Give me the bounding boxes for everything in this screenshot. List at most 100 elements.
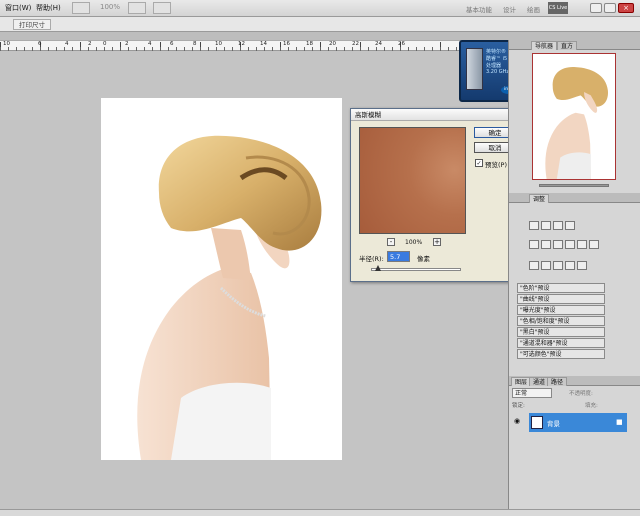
preset-levels[interactable]: "色阶"预设: [517, 283, 605, 293]
layer-row-background[interactable]: 背景 ■: [529, 413, 627, 432]
print-size-button[interactable]: 打印尺寸: [13, 19, 51, 30]
navigator-tabs: 导航器 直方: [509, 40, 640, 50]
hue-saturation-icon[interactable]: [541, 240, 551, 249]
radius-slider[interactable]: [371, 268, 461, 271]
gaussian-blur-dialog: 高斯模糊 确定 取消 ✓ 预览(P) - 100% + 半径(R): 5.7 像…: [350, 108, 522, 282]
extras-button[interactable]: [153, 2, 171, 14]
ruler-label: 12: [238, 41, 245, 47]
dialog-title: 高斯模糊: [351, 109, 521, 121]
ruler-label: 10: [215, 41, 222, 47]
exposure-icon[interactable]: [565, 221, 575, 230]
panel-dock: 导航器 直方 调整 "色阶"预设 "曲线"预设 "曝光度"预设 "色相/饱和度"…: [508, 40, 640, 509]
threshold-icon[interactable]: [553, 261, 563, 270]
selective-color-icon[interactable]: [577, 261, 587, 270]
preset-curves[interactable]: "曲线"预设: [517, 294, 605, 304]
vibrance-icon[interactable]: [529, 240, 539, 249]
tab-channels[interactable]: 通道: [529, 377, 550, 386]
radius-label: 半径(R):: [359, 255, 384, 263]
blur-preview[interactable]: [359, 127, 466, 234]
ruler-ticks: [0, 41, 508, 51]
black-white-icon[interactable]: [565, 240, 575, 249]
navigator-preview-image: [545, 67, 609, 179]
cpu-chip-icon: [466, 48, 483, 90]
layer-name[interactable]: 背景: [547, 418, 560, 428]
close-icon[interactable]: ×: [618, 3, 634, 13]
cpu-line: 处理器: [486, 63, 502, 69]
photo-filter-icon[interactable]: [577, 240, 587, 249]
ruler-label: 14: [260, 41, 267, 47]
ruler-label: 20: [329, 41, 336, 47]
levels-icon[interactable]: [541, 221, 551, 230]
ruler-label: 16: [283, 41, 290, 47]
radius-input[interactable]: 5.7: [387, 251, 410, 262]
portrait-photo: [137, 135, 322, 460]
ruler-label: 6: [170, 41, 174, 47]
document-image[interactable]: [101, 98, 342, 460]
radius-unit: 像素: [417, 255, 430, 263]
horizontal-ruler: 10 6 4 2 0 2 4 6 8 10 12 14 16 18 20 22 …: [0, 40, 508, 51]
tab-layers[interactable]: 图层: [511, 377, 532, 386]
lock-icon: ■: [616, 418, 623, 426]
zoom-level[interactable]: 100%: [100, 3, 120, 11]
ruler-label: 22: [352, 41, 359, 47]
workspace-essentials[interactable]: 基本功能: [466, 4, 492, 14]
adjustments-tabs: 调整: [509, 193, 640, 203]
ruler-label: 0: [103, 41, 107, 47]
layers-tabs: 图层 通道 路径: [509, 376, 640, 386]
ruler-label: 6: [38, 41, 42, 47]
arrange-button[interactable]: [128, 2, 146, 14]
blend-mode-select[interactable]: 正常: [512, 388, 552, 398]
invert-icon[interactable]: [529, 261, 539, 270]
preset-hue-saturation[interactable]: "色相/饱和度"预设: [517, 316, 605, 326]
tab-adjustments[interactable]: 调整: [529, 194, 550, 203]
preset-selective-color[interactable]: "可选颜色"预设: [517, 349, 605, 359]
ruler-label: 4: [65, 41, 69, 47]
ruler-label: 26: [398, 41, 405, 47]
zoom-out-button[interactable]: -: [387, 238, 395, 246]
restore-button[interactable]: [604, 3, 616, 13]
workspace-design[interactable]: 设计: [503, 4, 516, 14]
gradient-map-icon[interactable]: [565, 261, 575, 270]
status-bar: [0, 509, 640, 516]
navigator-thumbnail[interactable]: [532, 53, 616, 180]
menu-window[interactable]: 窗口(W): [5, 3, 31, 13]
eye-icon[interactable]: ◉: [514, 417, 520, 425]
workspace-painting[interactable]: 绘画: [527, 4, 540, 14]
cpu-line: 英特尔®: [486, 49, 507, 55]
ruler-label: 18: [306, 41, 313, 47]
slider-handle[interactable]: [375, 265, 381, 271]
zoom-in-button[interactable]: +: [433, 238, 441, 246]
opacity-label: 不透明度:: [569, 391, 593, 397]
posterize-icon[interactable]: [541, 261, 551, 270]
channel-mixer-icon[interactable]: [589, 240, 599, 249]
tab-histogram[interactable]: 直方: [557, 41, 578, 50]
preview-label: 预览(P): [485, 161, 507, 169]
options-bar: [0, 17, 640, 32]
preview-checkbox[interactable]: ✓: [475, 159, 483, 167]
curves-icon[interactable]: [553, 221, 563, 230]
tab-paths[interactable]: 路径: [547, 377, 568, 386]
layer-thumbnail: [531, 416, 543, 429]
color-balance-icon[interactable]: [553, 240, 563, 249]
cpu-line: 酷睿™ i5: [486, 56, 508, 62]
menu-bar: 窗口(W) 帮助(H) 100% 基本功能 设计 绘画 CS Live ×: [0, 0, 640, 17]
lock-label: 锁定:: [512, 403, 525, 409]
tab-navigator[interactable]: 导航器: [531, 41, 558, 50]
brightness-icon[interactable]: [529, 221, 539, 230]
menu-help[interactable]: 帮助(H): [36, 3, 61, 13]
preset-black-white[interactable]: "黑白"预设: [517, 327, 605, 337]
preset-exposure[interactable]: "曝光度"预设: [517, 305, 605, 315]
screen-mode-button[interactable]: [72, 2, 90, 14]
ruler-label: 4: [148, 41, 152, 47]
preset-channel-mixer[interactable]: "通道混和器"预设: [517, 338, 605, 348]
ruler-label: 8: [193, 41, 197, 47]
ruler-label: 10: [3, 41, 10, 47]
ruler-label: 24: [375, 41, 382, 47]
cpu-line: 3.20 GHz: [486, 69, 509, 75]
fill-label: 填充:: [585, 403, 598, 409]
navigator-zoom-slider[interactable]: [539, 184, 609, 187]
ruler-label: 2: [88, 41, 92, 47]
ruler-label: 2: [125, 41, 129, 47]
cs-live-button[interactable]: CS Live: [548, 2, 568, 14]
minimize-button[interactable]: [590, 3, 602, 13]
